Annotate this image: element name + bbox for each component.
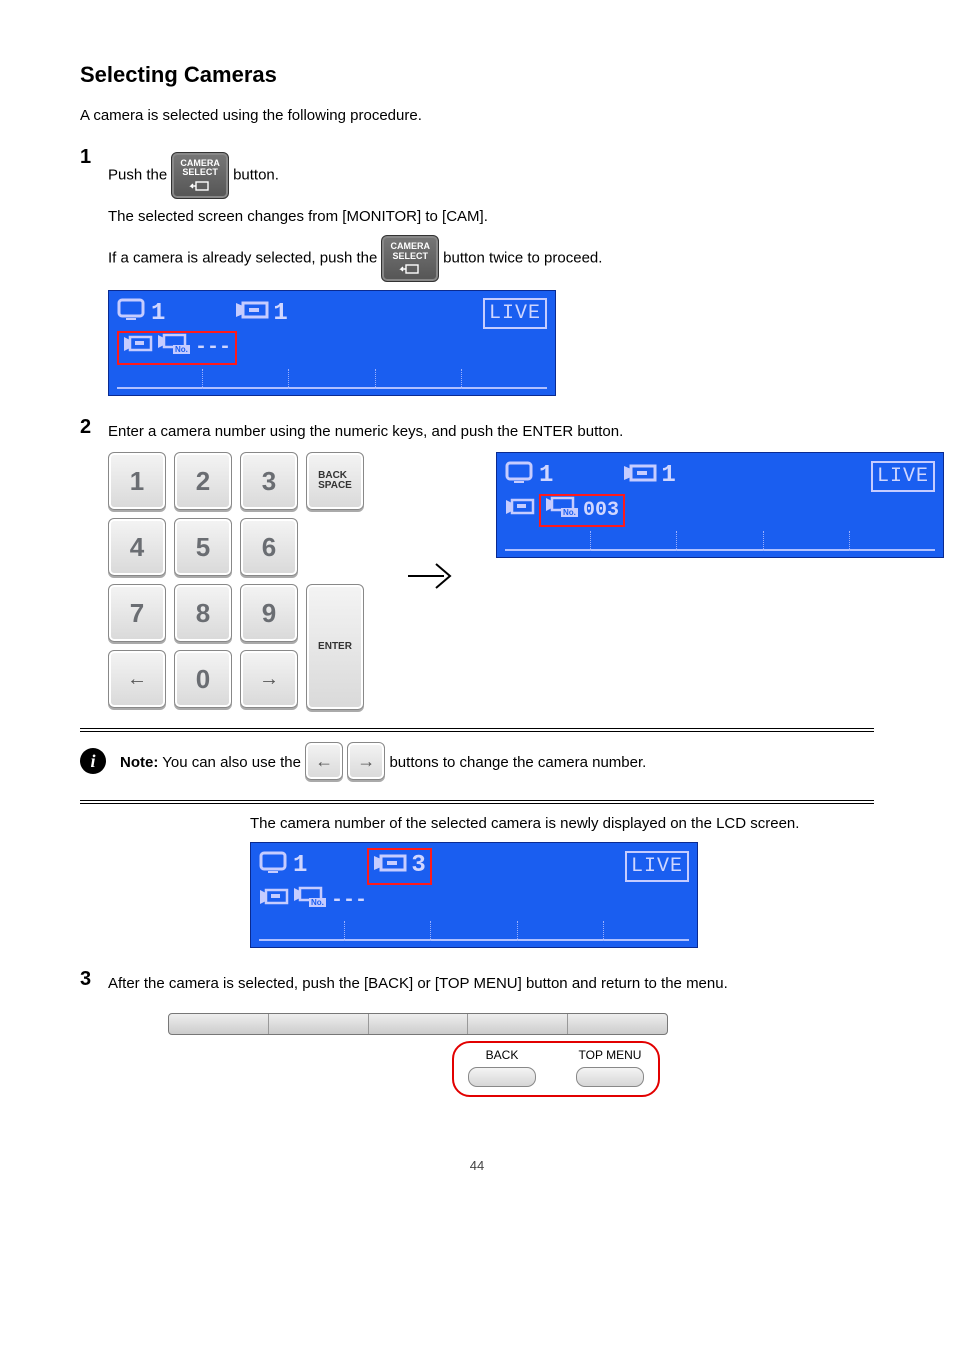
camera-icon-small (123, 334, 153, 361)
camera-icon-small (505, 497, 535, 524)
live-badge: LIVE (483, 298, 547, 329)
camera-no-value: --- (195, 334, 231, 361)
step-2: 2 Enter a camera number using the numeri… (80, 414, 874, 708)
monitor-number: 1 (539, 460, 553, 492)
key-1[interactable]: 1 (108, 452, 166, 510)
info-icon: i (80, 748, 106, 774)
pill-button (576, 1067, 644, 1087)
entered-number: 003 (583, 497, 619, 524)
camera-no-icon: No. (157, 333, 191, 362)
softkey-topmenu[interactable]: TOP MENU (576, 1047, 644, 1087)
key-3[interactable]: 3 (240, 452, 298, 510)
step-3-text: After the camera is selected, push the [… (108, 974, 874, 994)
note-label: Note: (120, 754, 158, 771)
key-right-mini[interactable]: → (347, 742, 385, 780)
divider (80, 800, 874, 804)
live-badge: LIVE (625, 851, 689, 882)
key-2[interactable]: 2 (174, 452, 232, 510)
lcd-screen-3: 1 3 LIVE No. --- (250, 842, 698, 948)
page-number: 44 (80, 1157, 874, 1175)
key-9[interactable]: 9 (240, 584, 298, 642)
camera-no-value: --- (331, 887, 367, 914)
camera-icon (623, 462, 657, 491)
svg-text:No.: No. (175, 345, 188, 354)
camera-select-key-inline: CAMERA SELECT (171, 152, 229, 199)
camera-icon (373, 852, 407, 881)
softkey-slots (259, 917, 689, 941)
camera-icon (235, 299, 269, 328)
monitor-icon (505, 461, 535, 492)
camera-no-icon: No. (293, 886, 327, 915)
step-1-result: The selected screen changes from [MONITO… (108, 207, 874, 227)
divider (80, 728, 874, 732)
monitor-number: 1 (151, 298, 165, 330)
key-right[interactable]: → (240, 650, 298, 708)
step-number: 2 (80, 414, 108, 441)
step-1-text: Push the CAMERA SELECT button. (108, 152, 874, 199)
lcd-screen-2: 1 1 LIVE No. 003 (496, 452, 944, 558)
monitor-number: 1 (293, 850, 307, 882)
key-5[interactable]: 5 (174, 518, 232, 576)
step-number: 1 (80, 144, 108, 171)
svg-text:No.: No. (311, 898, 324, 907)
step-2-result: The camera number of the selected camera… (250, 814, 874, 834)
svg-text:No.: No. (563, 508, 576, 517)
camera-no-icon: No. (545, 496, 579, 525)
leads-to-arrow-icon (406, 546, 454, 614)
page-title: Selecting Cameras (80, 60, 874, 90)
note: i Note: You can also use the ← → buttons… (80, 742, 874, 780)
numeric-keypad: 1 2 3 BACKSPACE 4 5 6 7 8 9 ENTER ← 0 → (108, 452, 364, 708)
key-left-mini[interactable]: ← (305, 742, 343, 780)
step-1-alt: If a camera is already selected, push th… (108, 235, 874, 282)
key-4[interactable]: 4 (108, 518, 166, 576)
camera-number: 1 (273, 298, 287, 330)
lcd-screen-1: 1 1 LIVE No. --- (108, 290, 556, 396)
camera-number: 1 (661, 460, 675, 492)
pill-button (468, 1067, 536, 1087)
step-1: 1 Push the CAMERA SELECT button. The sel… (80, 144, 874, 396)
softkey-slots (505, 527, 935, 551)
monitor-icon (117, 298, 147, 329)
camera-highlight: 3 (367, 848, 431, 884)
live-badge: LIVE (871, 461, 935, 492)
intro-text: A camera is selected using the following… (80, 106, 874, 126)
return-icon (400, 263, 420, 275)
note-text-a: You can also use the (162, 754, 305, 771)
softkey-back[interactable]: BACK (468, 1047, 536, 1087)
key-0[interactable]: 0 (174, 650, 232, 708)
step-number: 3 (80, 966, 108, 993)
step-2-text: Enter a camera number using the numeric … (108, 422, 944, 442)
camera-select-key-inline-2: CAMERA SELECT (381, 235, 439, 282)
softkey-bar (168, 1013, 668, 1035)
softkey-slots (117, 365, 547, 389)
step-3: 3 After the camera is selected, push the… (80, 966, 874, 1096)
camera-icon-small (259, 887, 289, 914)
note-text-b: buttons to change the camera number. (389, 754, 646, 771)
return-icon (190, 180, 210, 192)
key-6[interactable]: 6 (240, 518, 298, 576)
camera-number-new: 3 (411, 850, 425, 882)
entry-highlight: No. 003 (539, 494, 625, 527)
key-left[interactable]: ← (108, 650, 166, 708)
key-8[interactable]: 8 (174, 584, 232, 642)
softkey-highlight: BACK TOP MENU (452, 1041, 660, 1097)
key-7[interactable]: 7 (108, 584, 166, 642)
key-enter[interactable]: ENTER (306, 584, 364, 710)
softkey-panel: BACK TOP MENU (168, 1013, 668, 1097)
selection-highlight: No. --- (117, 331, 237, 364)
key-backspace[interactable]: BACKSPACE (306, 452, 364, 510)
monitor-icon (259, 851, 289, 882)
